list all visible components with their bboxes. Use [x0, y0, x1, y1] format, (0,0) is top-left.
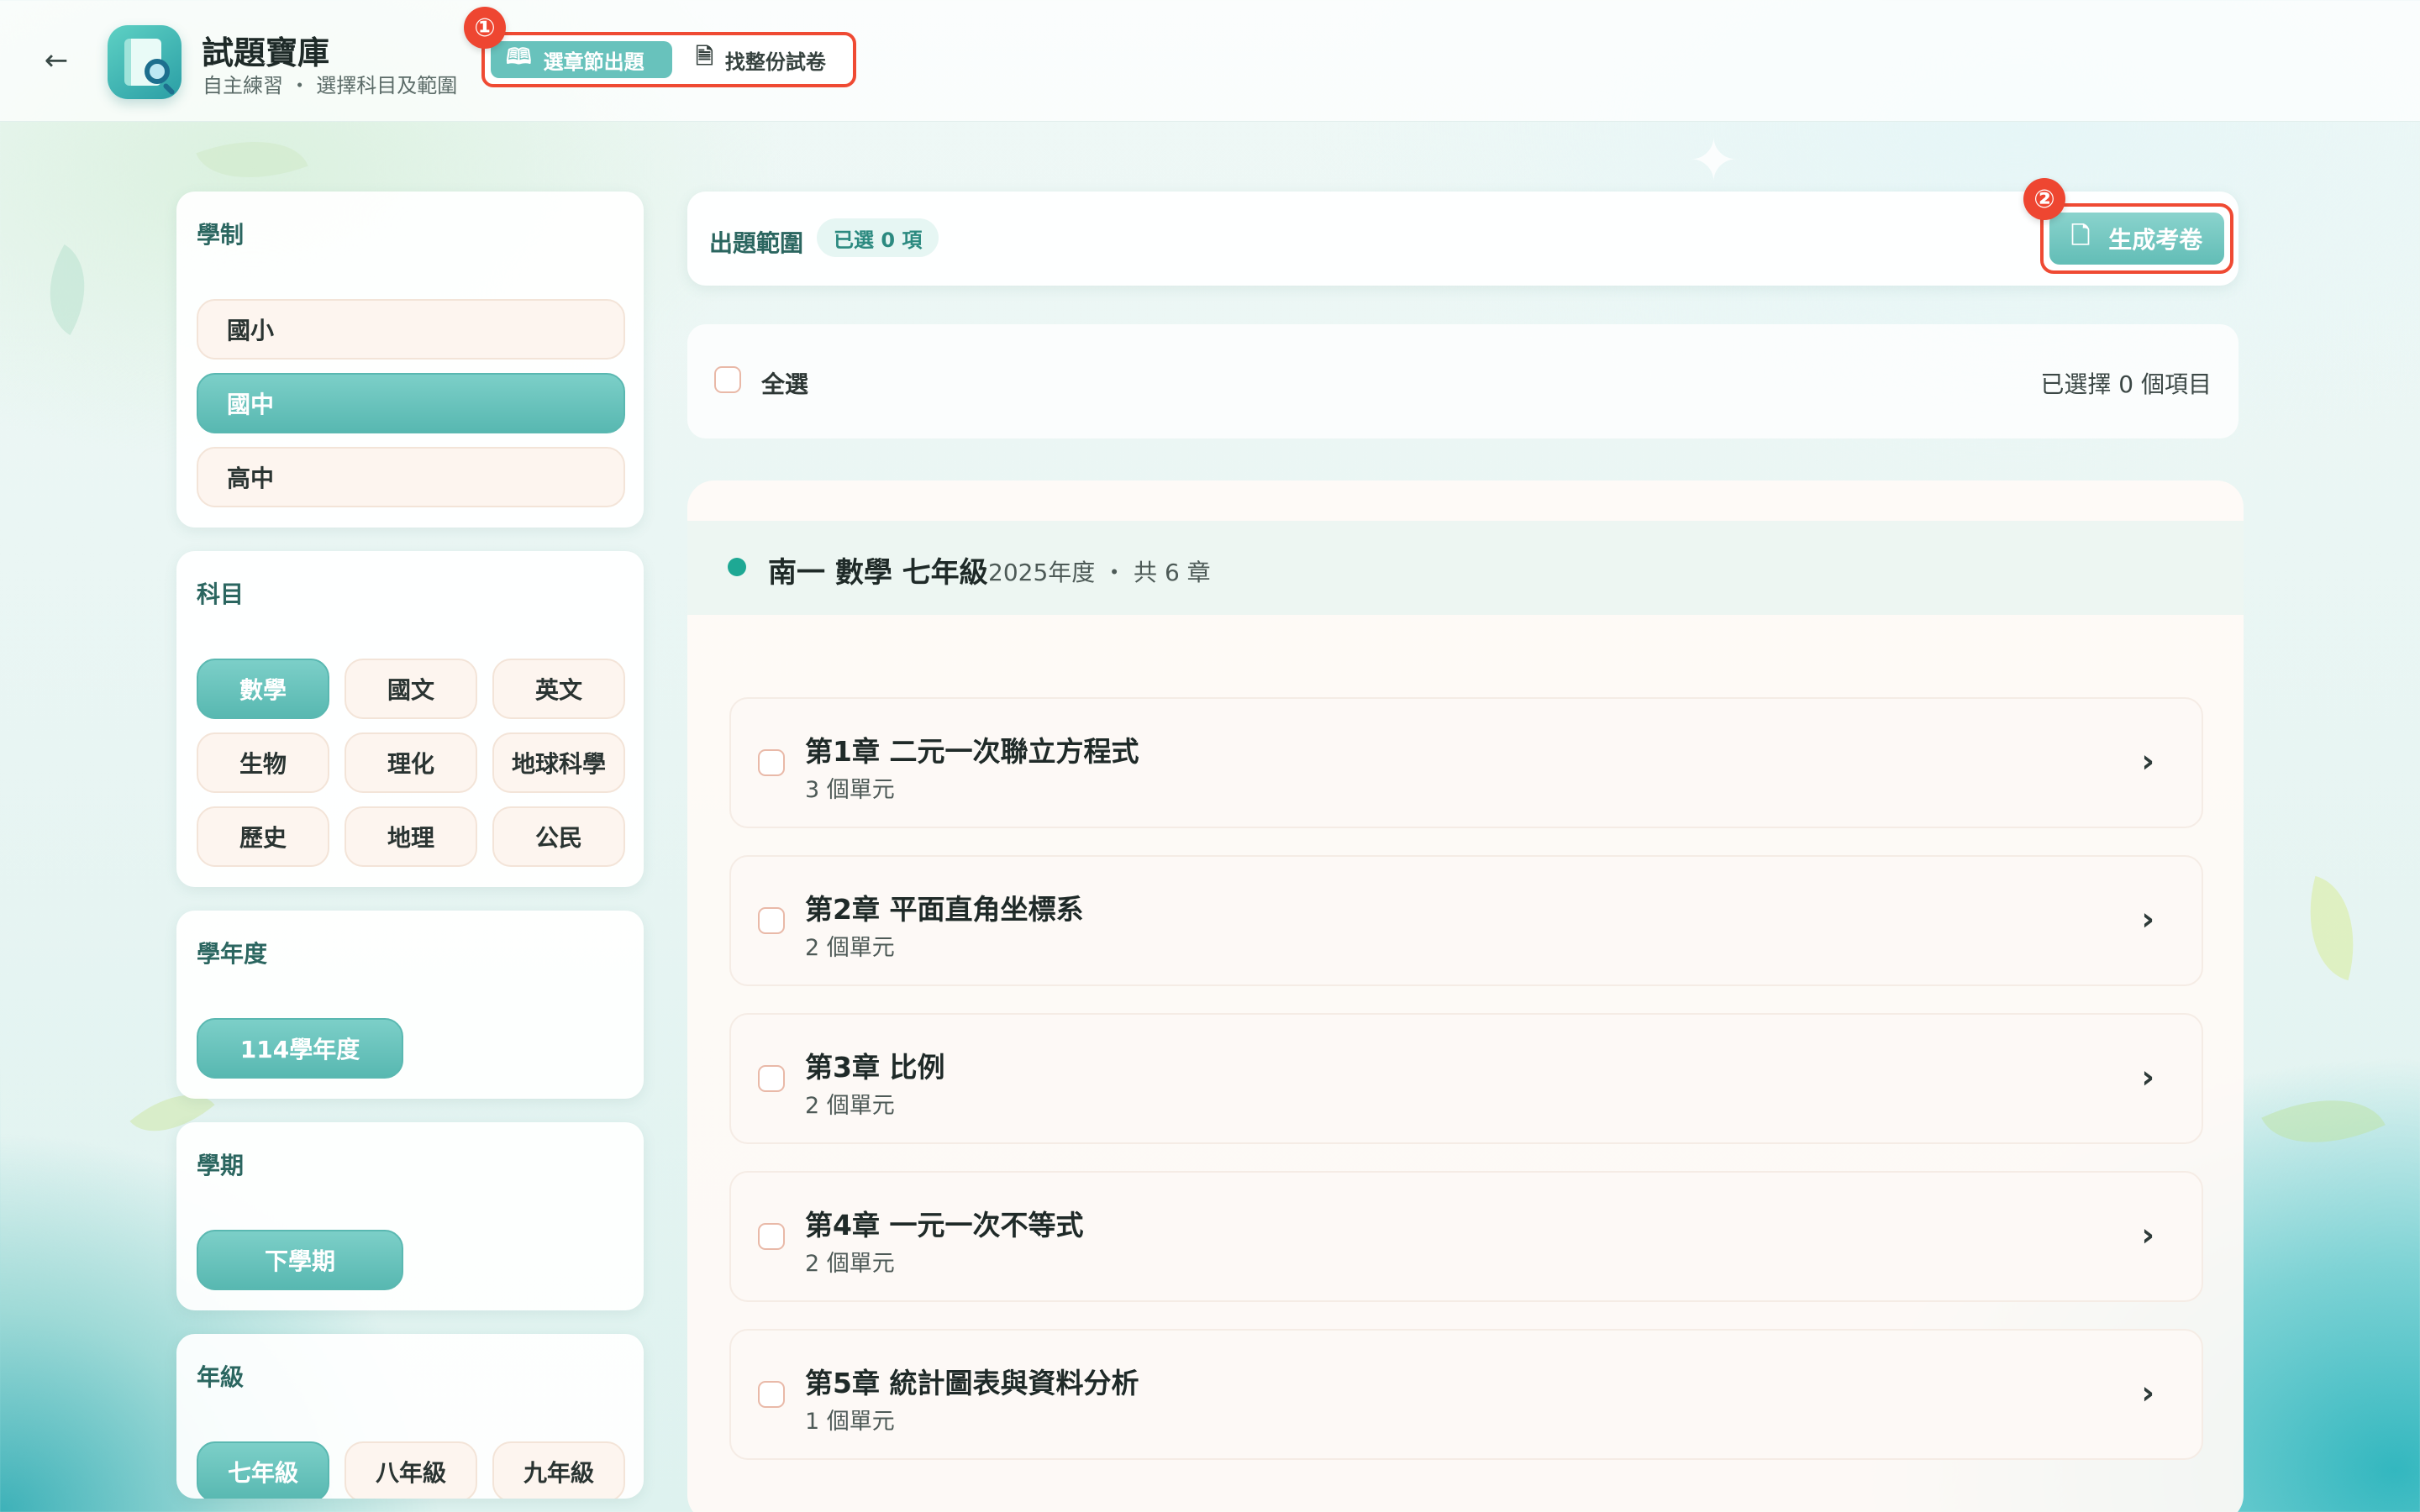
arrow-left-icon: ←	[44, 44, 69, 77]
mode-switch: 🕮 選章節出題 🗎 找整份試卷	[481, 32, 856, 87]
subject-option-history[interactable]: 歷史	[197, 806, 329, 867]
mode-full-exam-button[interactable]: 🗎 找整份試卷	[681, 41, 841, 78]
school-level-option-junior-high[interactable]: 國中	[197, 373, 625, 433]
school-level-option-senior-high[interactable]: 高中	[197, 447, 625, 507]
school-year-card: 學年度 114學年度	[176, 911, 644, 1099]
subject-option-chinese[interactable]: 國文	[345, 659, 477, 719]
app-logo	[108, 25, 182, 99]
chapter-units: 1 個單元	[805, 1409, 895, 1435]
callout-badge-1: ①	[464, 7, 506, 49]
chapter-row[interactable]: 第3章 比例 2 個單元 ›	[729, 1013, 2203, 1144]
chevron-right-icon[interactable]: ›	[2141, 1216, 2154, 1253]
chapter-units: 3 個單元	[805, 777, 895, 803]
chapter-checkbox[interactable]	[758, 1065, 785, 1092]
subject-title: 科目	[197, 580, 245, 608]
grade-title: 年級	[197, 1363, 245, 1391]
app-subtitle: 自主練習 ・ 選擇科目及範圍	[203, 74, 458, 97]
decor-sparkle: ✦	[1689, 126, 1739, 195]
scope-label: 出題範圍	[709, 229, 804, 257]
semester-title: 學期	[197, 1152, 245, 1179]
chapter-checkbox[interactable]	[758, 1223, 785, 1250]
mode-chapter-button[interactable]: 🕮 選章節出題	[491, 41, 672, 78]
semester-option-second[interactable]: 下學期	[197, 1230, 403, 1290]
decor-leaf	[196, 118, 308, 201]
school-year-option-114[interactable]: 114學年度	[197, 1018, 403, 1079]
generate-exam-button[interactable]: 🗋 生成考卷	[2049, 213, 2224, 265]
generate-exam-label: 生成考卷	[2108, 226, 2203, 254]
chapter-title: 第5章 統計圖表與資料分析	[805, 1367, 1139, 1399]
select-all-label: 全選	[761, 370, 809, 398]
file-plus-icon: 🗋	[2070, 222, 2091, 249]
grade-card: 年級 七年級 八年級 九年級	[176, 1334, 644, 1499]
chapter-checkbox[interactable]	[758, 749, 785, 776]
chevron-right-icon[interactable]: ›	[2141, 1058, 2154, 1095]
chapter-checkbox[interactable]	[758, 1381, 785, 1408]
scope-bar: 出題範圍 已選 0 項	[687, 192, 2238, 286]
callout-badge-2: ②	[2023, 178, 2065, 220]
select-all-checkbox[interactable]	[714, 366, 741, 393]
subject-option-math[interactable]: 數學	[197, 659, 329, 719]
grade-option-9[interactable]: 九年級	[492, 1441, 625, 1499]
subject-option-english[interactable]: 英文	[492, 659, 625, 719]
open-book-icon: 🕮	[506, 45, 532, 70]
chevron-right-icon[interactable]: ›	[2141, 900, 2154, 937]
textbook-name: 南一 數學 七年級	[768, 556, 988, 590]
chapter-title: 第3章 比例	[805, 1051, 945, 1084]
select-all-bar: 全選 已選擇 0 個項目	[687, 324, 2238, 438]
chapter-row[interactable]: 第2章 平面直角坐標系 2 個單元 ›	[729, 855, 2203, 986]
subject-option-geography[interactable]: 地理	[345, 806, 477, 867]
selected-count-text: 已選擇 0 個項目	[2040, 370, 2212, 398]
textbook-meta: 2025年度 ・ 共 6 章	[988, 559, 1211, 586]
document-icon: 🗎	[696, 45, 713, 70]
chapter-row[interactable]: 第5章 統計圖表與資料分析 1 個單元 ›	[729, 1329, 2203, 1460]
magnifier-icon	[145, 59, 170, 84]
back-button[interactable]: ←	[37, 37, 76, 84]
subject-option-physics-chemistry[interactable]: 理化	[345, 732, 477, 793]
semester-card: 學期 下學期	[176, 1122, 644, 1310]
chapter-units: 2 個單元	[805, 1093, 895, 1119]
chapter-row[interactable]: 第1章 二元一次聯立方程式 3 個單元 ›	[729, 697, 2203, 828]
chapter-row[interactable]: 第4章 一元一次不等式 2 個單元 ›	[729, 1171, 2203, 1302]
subject-card: 科目 數學 國文 英文 生物 理化 地球科學 歷史 地理 公民	[176, 551, 644, 887]
chapter-units: 2 個單元	[805, 1251, 895, 1277]
chevron-right-icon[interactable]: ›	[2141, 743, 2154, 780]
school-level-card: 學制 國小 國中 高中	[176, 192, 644, 528]
app-title: 試題寶庫	[202, 34, 330, 71]
chapter-title: 第2章 平面直角坐標系	[805, 893, 1084, 926]
textbook-panel: 南一 數學 七年級 2025年度 ・ 共 6 章 第1章 二元一次聯立方程式 3…	[687, 480, 2244, 1512]
chapter-title: 第4章 一元一次不等式	[805, 1209, 1084, 1242]
top-header: ← 試題寶庫 自主練習 ・ 選擇科目及範圍 🕮 選章節出題 🗎 找整份試卷 ①	[0, 0, 2420, 122]
subject-option-biology[interactable]: 生物	[197, 732, 329, 793]
chevron-right-icon[interactable]: ›	[2141, 1374, 2154, 1411]
chapter-title: 第1章 二元一次聯立方程式	[805, 735, 1139, 768]
status-dot	[728, 558, 746, 576]
grade-option-8[interactable]: 八年級	[345, 1441, 477, 1499]
school-level-option-elementary[interactable]: 國小	[197, 299, 625, 360]
scope-count-badge: 已選 0 項	[817, 218, 939, 257]
textbook-header: 南一 數學 七年級 2025年度 ・ 共 6 章	[687, 521, 2244, 615]
subject-option-civics[interactable]: 公民	[492, 806, 625, 867]
chapter-units: 2 個單元	[805, 935, 895, 961]
decor-leaf	[2261, 1071, 2386, 1172]
grade-option-7[interactable]: 七年級	[197, 1441, 329, 1499]
decor-leaf	[26, 244, 108, 335]
mode-chapter-label: 選章節出題	[543, 50, 644, 74]
school-level-title: 學制	[197, 221, 245, 249]
subject-option-earth-science[interactable]: 地球科學	[492, 732, 625, 793]
school-year-title: 學年度	[197, 940, 268, 968]
decor-leaf	[2291, 875, 2373, 981]
mode-full-exam-label: 找整份試卷	[724, 50, 826, 74]
chapter-checkbox[interactable]	[758, 907, 785, 934]
generate-exam-highlight: 🗋 生成考卷	[2040, 203, 2233, 274]
